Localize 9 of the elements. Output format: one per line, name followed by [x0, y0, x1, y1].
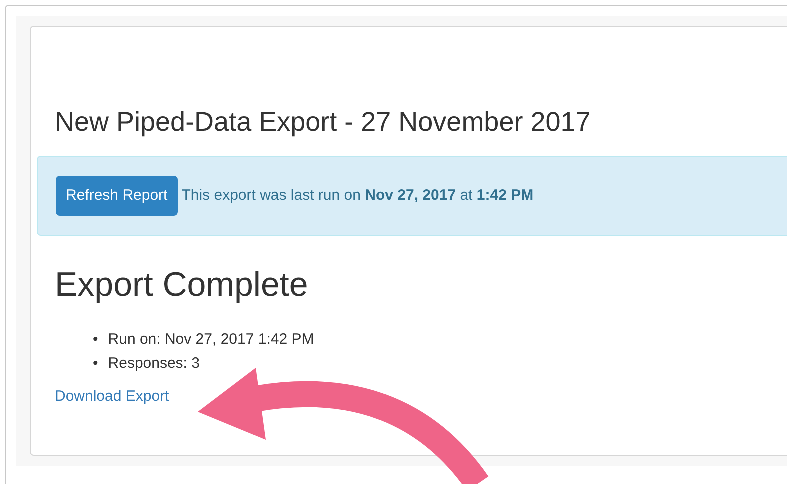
detail-item: Responses: 3	[108, 354, 200, 374]
report-title: New Piped-Data Export - 27 November 2017	[55, 109, 592, 136]
bullet: •	[93, 330, 98, 350]
bullet: •	[93, 354, 98, 374]
last-run-message: This export was last run on Nov 27, 2017 at 1:42 PM	[182, 186, 534, 206]
refresh-report-button[interactable]: Refresh Report	[56, 176, 178, 216]
detail-item: Run on: Nov 27, 2017 1:42 PM	[108, 330, 314, 350]
download-export-link[interactable]: Download Export	[55, 386, 170, 408]
export-status-heading: Export Complete	[55, 268, 310, 302]
